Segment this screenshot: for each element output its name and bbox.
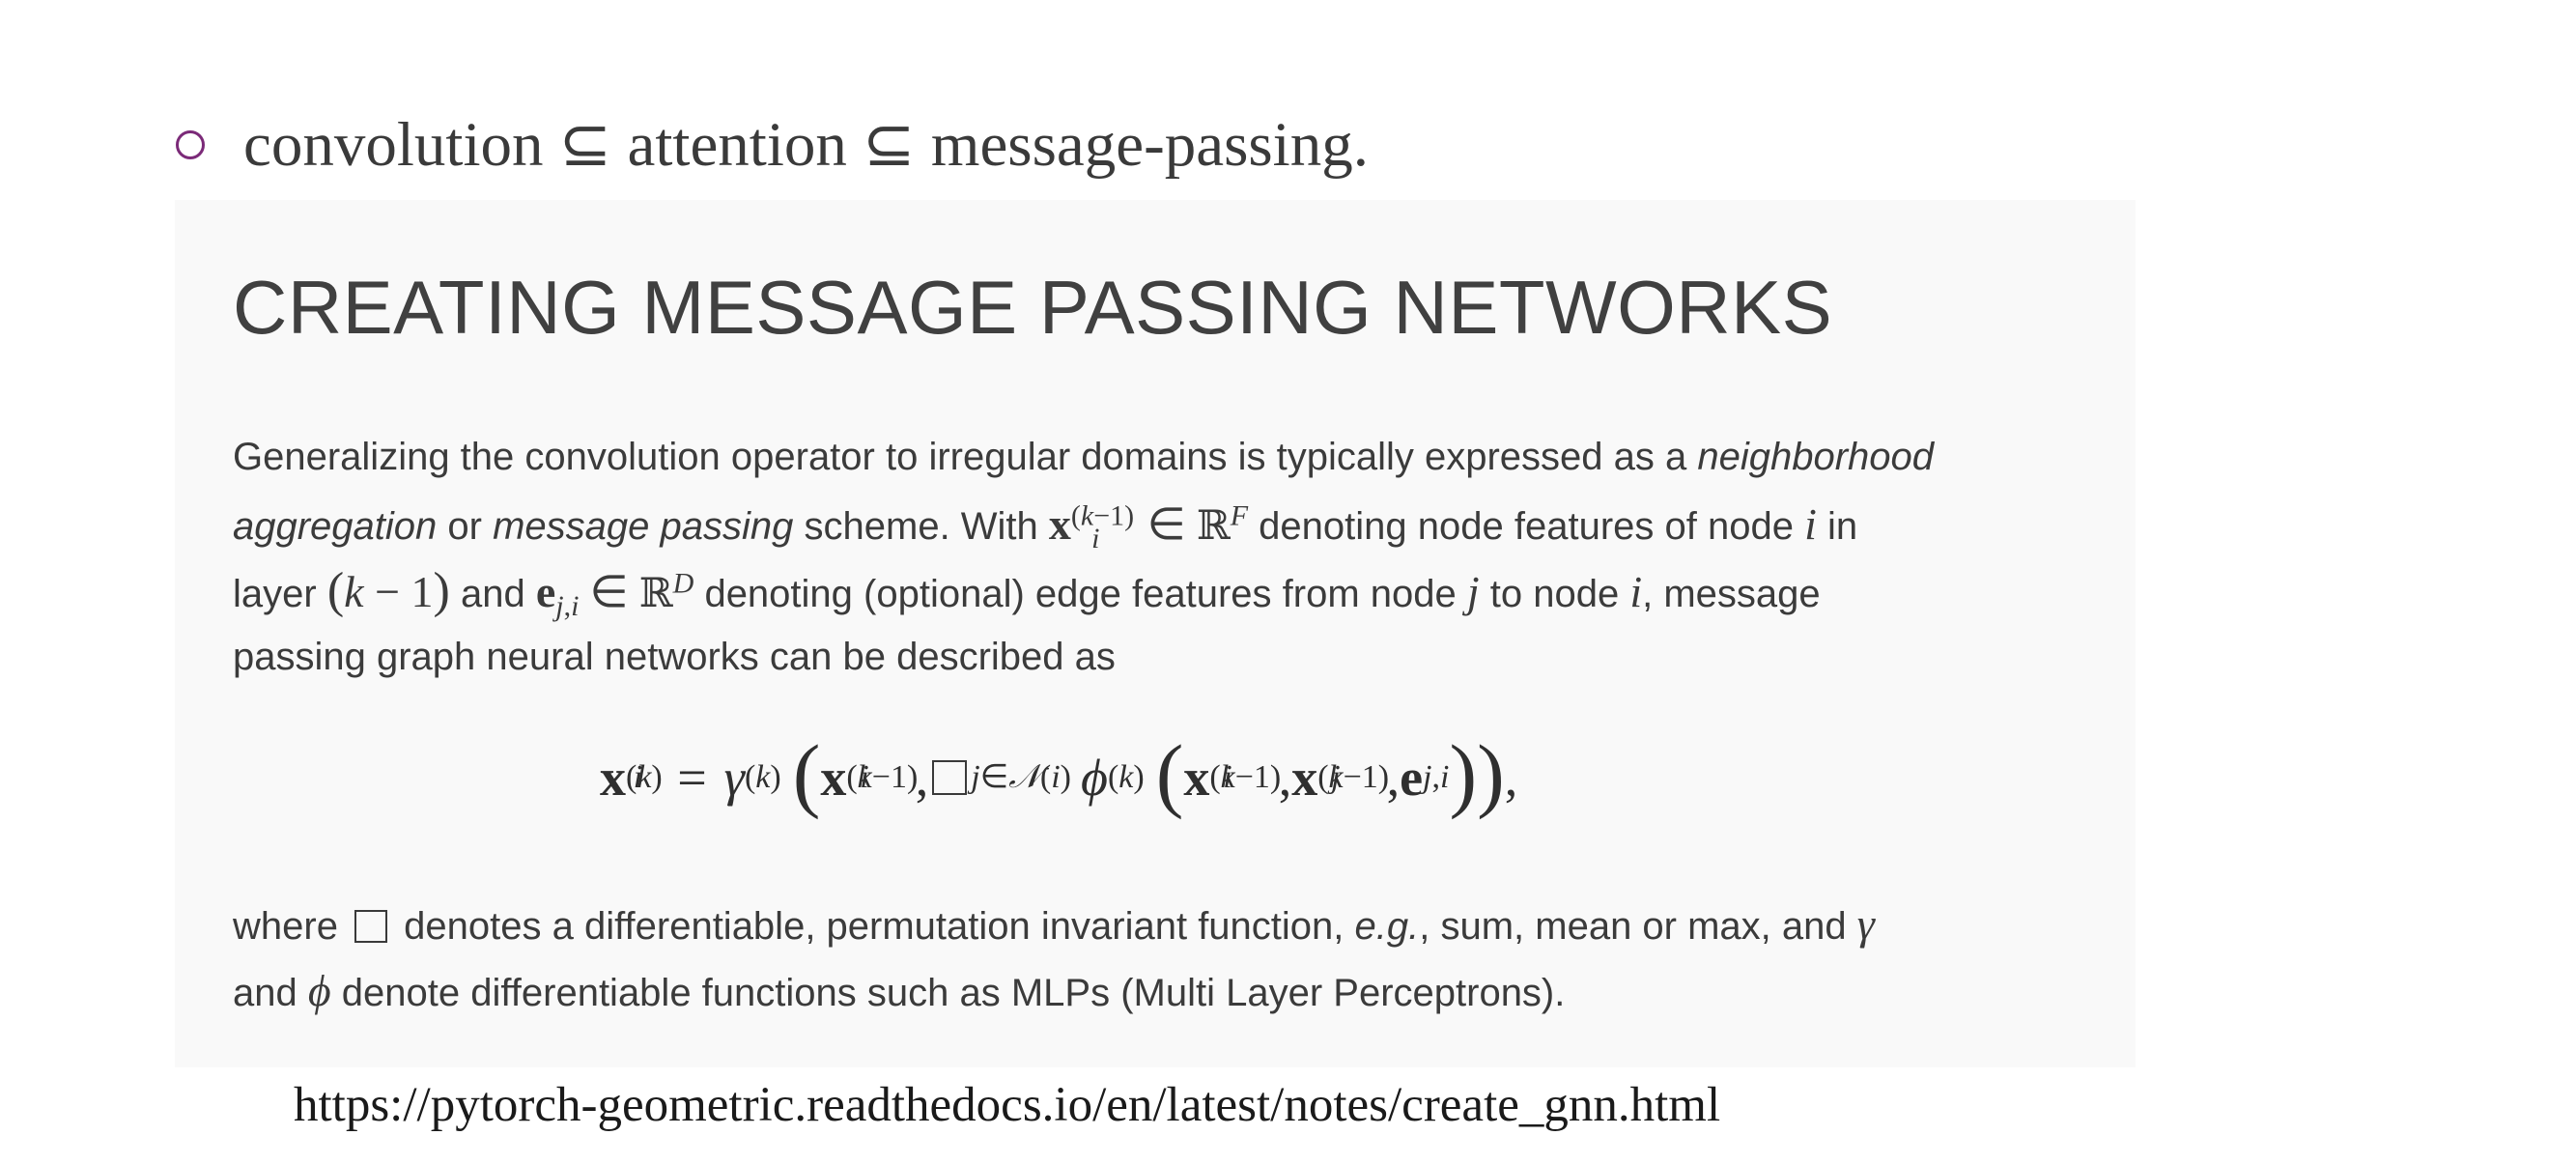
bullet-text: convolution ⊆ attention ⊆ message-passin… (243, 110, 1369, 180)
math-i: i (1804, 499, 1817, 549)
para1-text: and (449, 573, 536, 615)
para1-text: Generalizing the convolution operator to… (233, 436, 1698, 478)
explanation-paragraph: where denotes a differentiable, permutat… (233, 891, 2126, 1024)
math-node-feature: x(k−1)i ∈ ℝF (1048, 499, 1249, 554)
para1-line-4: passing graph neural networks can be des… (233, 624, 2126, 691)
para1-emphasis: neighborhood (1697, 436, 1935, 478)
para2-text: denote differentiable functions such as … (330, 972, 1566, 1014)
para2-emphasis: e.g. (1354, 905, 1420, 948)
intro-paragraph: Generalizing the convolution operator to… (233, 424, 2126, 691)
para1-emphasis: aggregation (233, 505, 438, 548)
math-j: j (1466, 567, 1480, 616)
para2-line-1: where denotes a differentiable, permutat… (233, 891, 2126, 957)
para1-line-1: Generalizing the convolution operator to… (233, 424, 2126, 491)
para2-text: where (233, 905, 350, 948)
card-title: CREATING MESSAGE PASSING NETWORKS (233, 265, 1833, 350)
para1-text: , message (1642, 573, 1821, 615)
para2-text: denotes a differentiable, permutation in… (393, 905, 1355, 948)
para1-text: denoting (optional) edge features from n… (694, 573, 1467, 615)
doc-excerpt-card: CREATING MESSAGE PASSING NETWORKS Genera… (175, 200, 2136, 1067)
message-passing-equation: x (k) i = γ (k) ( x (k−1) i, j∈𝒩(i) ϕ (k) ( x(… (600, 727, 1518, 820)
para1-text: or (437, 505, 494, 548)
para1-text: passing graph neural networks can be des… (233, 636, 1116, 678)
aggregation-box-symbol (932, 760, 968, 795)
aggregation-box-symbol (354, 910, 388, 943)
para1-line-2: aggregation or message passing scheme. W… (233, 491, 2126, 557)
para2-text: and (233, 972, 308, 1014)
math-phi: ϕ (307, 966, 331, 1015)
math-i: i (1629, 567, 1643, 616)
para2-line-2: and ϕ denote differentiable functions su… (233, 957, 2126, 1024)
math-layer: (k − 1) (326, 563, 450, 618)
math-gamma: γ (1856, 899, 1875, 949)
math-edge-feature: ej,i ∈ ℝD (535, 567, 694, 622)
para1-text: in (1816, 505, 1858, 548)
para2-text: , sum, mean or max, and (1419, 905, 1857, 948)
para1-emphasis: message passing (493, 505, 794, 548)
para1-text: scheme. With (793, 505, 1049, 548)
source-url[interactable]: https://pytorch-geometric.readthedocs.io… (294, 1074, 1720, 1136)
para1-text: denoting node features of node (1248, 505, 1805, 548)
para1-text: to node (1479, 573, 1630, 615)
bullet-item: convolution ⊆ attention ⊆ message-passin… (170, 100, 1369, 189)
para1-text: layer (233, 573, 327, 615)
para1-line-3: layer (k − 1) and ej,i ∈ ℝD denoting (op… (233, 557, 2126, 624)
bullet-circle-icon (176, 130, 205, 159)
